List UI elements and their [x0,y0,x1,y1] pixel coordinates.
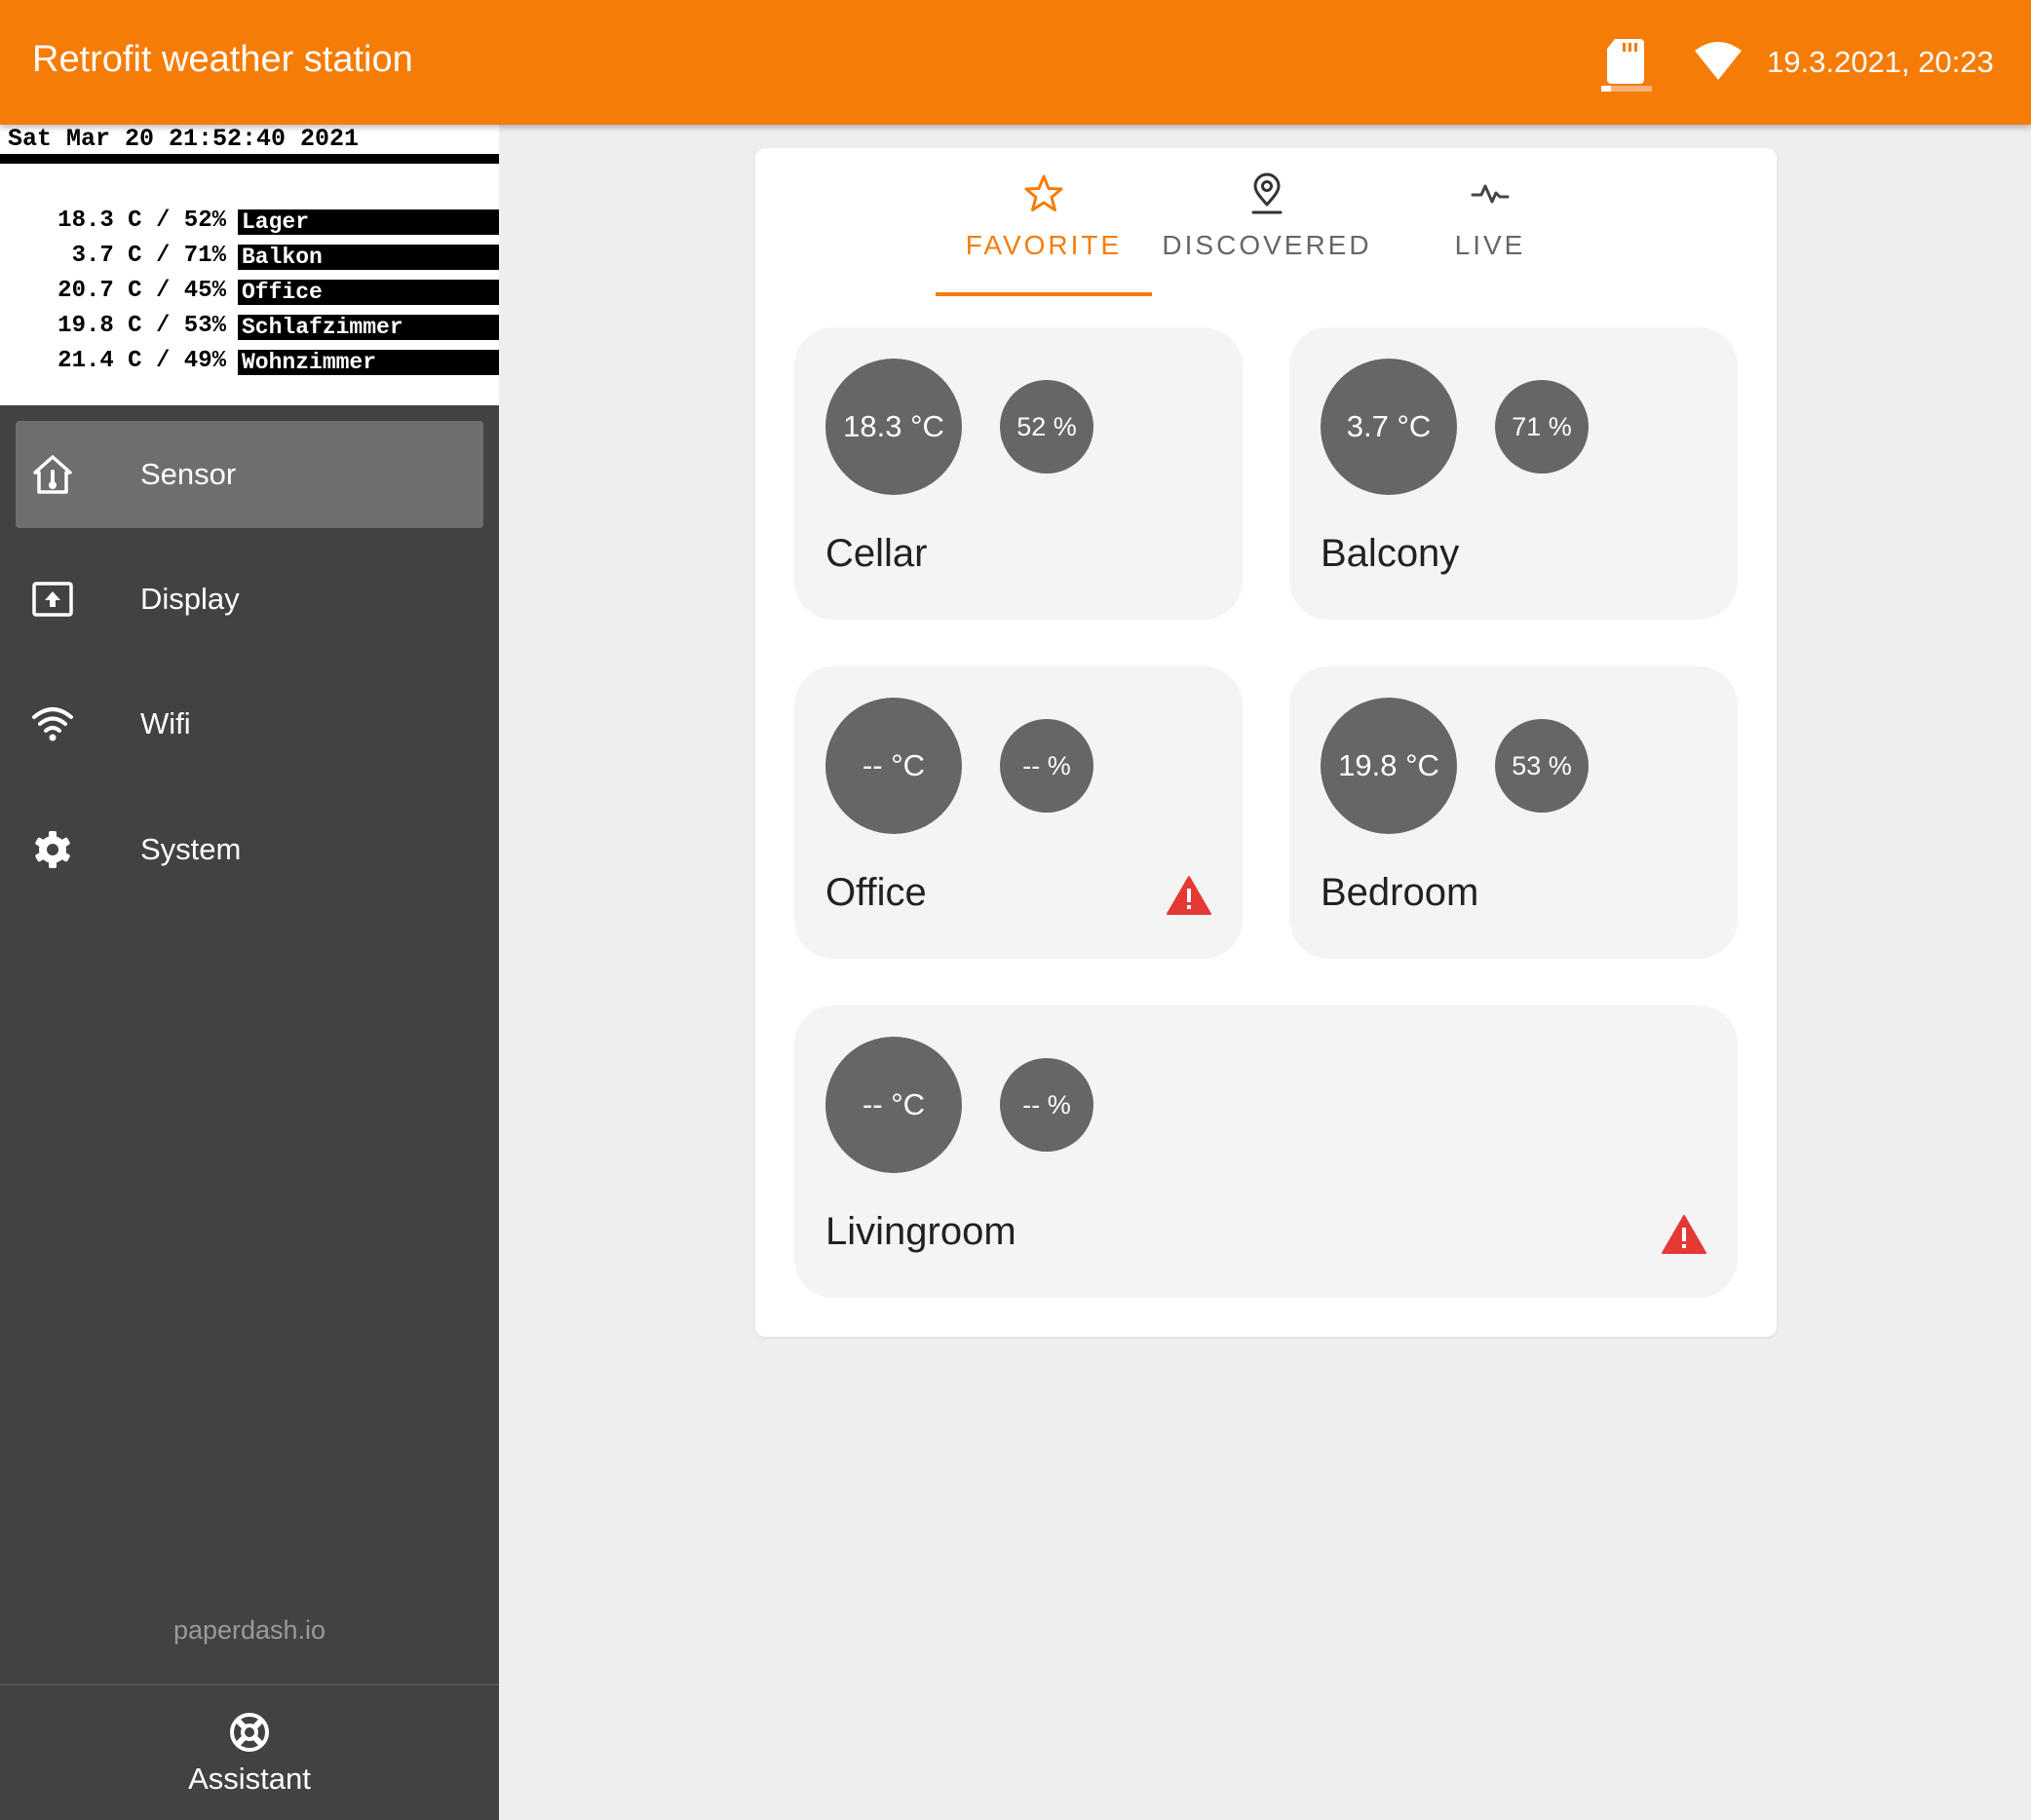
humidity-value: 71 % [1495,380,1589,474]
wifi-icon[interactable] [1694,41,1743,82]
sidebar-item-label: Display [140,582,240,616]
eink-row: 20.7 C / 45% Office [0,278,499,305]
sensor-card-cellar[interactable]: 18.3 °C 52 % Cellar [794,327,1243,620]
sensor-name: Balcony [1321,532,1460,575]
eink-label: Office [238,280,499,305]
sidebar-item-label: System [140,832,242,866]
temperature-value: 3.7 °C [1321,359,1457,495]
sensor-card-livingroom[interactable]: -- °C -- % Livingroom [794,1005,1738,1298]
eink-display-preview: Sat Mar 20 21:52:40 2021 18.3 C / 52% La… [0,125,499,405]
eink-reading: 21.4 C / 49% [57,348,226,374]
eink-reading: 20.7 C / 45% [57,278,226,304]
assistant-button[interactable]: Assistant [0,1686,499,1820]
sensor-name: Cellar [825,532,928,575]
tab-label: DISCOVERED [1162,230,1372,260]
eink-reading: 19.8 C / 53% [57,313,226,339]
eink-label: Lager [238,209,499,235]
tab-favorite[interactable]: FAVORITE [936,171,1152,296]
humidity-value: -- % [1000,719,1093,813]
app-title: Retrofit weather station [32,39,413,80]
temperature-value: 19.8 °C [1321,698,1457,834]
sidebar: Sat Mar 20 21:52:40 2021 18.3 C / 52% La… [0,125,499,1820]
sidebar-item-display[interactable]: Display [16,546,483,653]
app-bar: Retrofit weather station 19.3.2021, 20:2… [0,0,2031,125]
warning-icon [1662,1215,1706,1254]
assistant-label: Assistant [188,1762,311,1796]
sensor-card-office[interactable]: -- °C -- % Office [794,666,1243,959]
sd-card-icon[interactable] [1601,37,1652,92]
sensor-panel: FAVORITE DISCOVERED LIVE 18.3 °C 52 % Ce… [755,148,1777,1337]
humidity-value: -- % [1000,1058,1093,1152]
header-datetime: 19.3.2021, 20:23 [1767,45,1994,79]
gear-icon [35,831,70,868]
brand-link[interactable]: paperdash.io [0,1615,499,1646]
map-marker-icon [1251,172,1283,214]
sensor-name: Livingroom [825,1210,1016,1253]
home-thermometer-icon [33,455,72,494]
sidebar-item-system[interactable]: System [16,796,483,903]
tab-discovered[interactable]: DISCOVERED [1159,171,1375,296]
sensor-card-balcony[interactable]: 3.7 °C 71 % Balcony [1289,327,1738,620]
eink-label: Wohnzimmer [238,350,499,375]
temperature-value: -- °C [825,1037,962,1173]
eink-row: 19.8 C / 53% Schlafzimmer [0,313,499,340]
eink-row: 21.4 C / 49% Wohnzimmer [0,348,499,375]
eink-divider [0,154,499,164]
sensor-name: Office [825,871,927,914]
lifebuoy-icon [230,1713,269,1752]
humidity-value: 53 % [1495,719,1589,813]
sensor-card-bedroom[interactable]: 19.8 °C 53 % Bedroom [1289,666,1738,959]
wifi-icon [32,707,73,741]
tab-active-indicator [936,292,1152,296]
eink-row: 3.7 C / 71% Balkon [0,243,499,270]
display-upload-icon [32,582,73,617]
eink-reading: 18.3 C / 52% [57,208,226,234]
tab-label: LIVE [1454,230,1526,260]
pulse-icon [1471,184,1510,204]
sensor-name: Bedroom [1321,871,1479,914]
eink-row: 18.3 C / 52% Lager [0,208,499,235]
eink-reading: 3.7 C / 71% [71,243,226,269]
star-icon [1024,174,1063,211]
warning-icon [1167,876,1211,915]
sidebar-item-wifi[interactable]: Wifi [16,670,483,777]
temperature-value: 18.3 °C [825,359,962,495]
eink-label: Balkon [238,245,499,270]
eink-label: Schlafzimmer [238,315,499,340]
sidebar-item-label: Wifi [140,706,191,740]
tab-live[interactable]: LIVE [1382,171,1598,296]
humidity-value: 52 % [1000,380,1093,474]
sidebar-item-label: Sensor [140,457,237,491]
sidebar-item-sensor[interactable]: Sensor [16,421,483,528]
eink-datetime: Sat Mar 20 21:52:40 2021 [8,125,360,153]
temperature-value: -- °C [825,698,962,834]
tab-label: FAVORITE [965,230,1123,260]
